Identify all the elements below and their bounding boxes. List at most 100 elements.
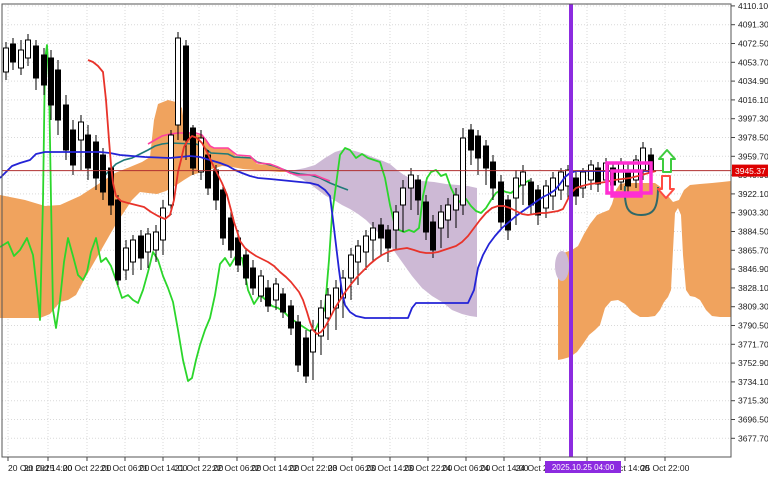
price-tick-label: 3884.50 xyxy=(738,227,768,237)
candle-body xyxy=(469,130,474,150)
candle-body xyxy=(281,294,286,312)
candle-body xyxy=(529,182,534,205)
candle-body xyxy=(274,284,279,300)
candle-body xyxy=(161,208,166,240)
candle-bear xyxy=(101,148,106,200)
candle-bull xyxy=(461,128,466,215)
price-badge-label: 3945.37 xyxy=(735,166,766,176)
candle-bear xyxy=(11,38,16,70)
candle-body xyxy=(184,46,189,140)
candle-bull xyxy=(274,278,279,310)
candle-bear xyxy=(139,230,144,270)
candle-bull xyxy=(154,225,159,262)
candle-bear xyxy=(304,330,309,383)
candle-body xyxy=(476,136,481,158)
price-tick-label: 3771.70 xyxy=(738,339,768,349)
price-tick-label: 3677.70 xyxy=(738,433,768,443)
candle-body xyxy=(139,236,144,258)
candle-body xyxy=(146,234,151,252)
candle-bull xyxy=(199,130,204,180)
candle-body xyxy=(11,44,16,62)
candle-body xyxy=(386,230,391,248)
candle-bear xyxy=(529,178,534,215)
candle-bear xyxy=(289,300,294,335)
candle-bear xyxy=(469,124,474,165)
candle-body xyxy=(349,255,354,278)
candle-body xyxy=(356,246,361,262)
cloud-blob xyxy=(555,251,569,281)
price-tick-label: 3959.70 xyxy=(738,151,768,161)
candle-body xyxy=(94,142,99,178)
candle-body xyxy=(401,188,406,205)
time-badge-label: 2025.10.25 04:00 xyxy=(552,463,615,472)
candle-bull xyxy=(4,42,9,80)
candle-body xyxy=(154,232,159,250)
price-tick-label: 4091.30 xyxy=(738,20,768,30)
candle-body xyxy=(42,55,47,85)
candle-bear xyxy=(596,162,601,192)
price-tick-label: 4072.50 xyxy=(738,39,768,49)
candle-bear xyxy=(34,40,39,90)
candle-body xyxy=(131,240,136,262)
candle-body xyxy=(431,222,436,250)
candle-body xyxy=(229,218,234,250)
candle-body xyxy=(409,175,414,188)
price-tick-label: 4016.10 xyxy=(738,95,768,105)
candle-bull xyxy=(161,200,166,255)
up-arrow-icon xyxy=(659,150,675,172)
candle-bull xyxy=(364,230,369,270)
candle-body xyxy=(19,50,24,68)
trading-chart-window: 4110.104091.304072.504053.704034.904016.… xyxy=(0,0,768,480)
candle-body xyxy=(26,40,31,58)
candle-body xyxy=(64,105,69,150)
price-tick-label: 4034.90 xyxy=(738,76,768,86)
candle-bear xyxy=(221,185,226,245)
candle-body xyxy=(251,268,256,288)
candle-body xyxy=(379,225,384,238)
price-tick-label: 4053.70 xyxy=(738,57,768,67)
candle-body xyxy=(439,212,444,228)
candle-bear xyxy=(191,125,196,175)
candle-body xyxy=(259,276,264,296)
candle-body xyxy=(491,162,496,188)
candle-body xyxy=(4,48,9,72)
candle-body xyxy=(424,202,429,232)
candlestick-chart[interactable]: 4110.104091.304072.504053.704034.904016.… xyxy=(0,0,768,480)
candle-bear xyxy=(71,120,76,175)
candle-bull xyxy=(326,288,331,340)
candle-bear xyxy=(296,315,301,372)
candle-body xyxy=(79,122,84,140)
price-axis[interactable]: 4110.104091.304072.504053.704034.904016.… xyxy=(731,1,768,443)
time-tick-label: 25 Oct 22:00 xyxy=(641,463,690,473)
candle-body xyxy=(589,165,594,180)
candle-bear xyxy=(484,140,489,185)
candle-body xyxy=(101,155,106,192)
candle-bear xyxy=(64,95,69,160)
candle-bear xyxy=(499,175,504,230)
candle-bear xyxy=(251,260,256,295)
price-tick-label: 3696.50 xyxy=(738,415,768,425)
candle-bull xyxy=(176,32,181,140)
candle-body xyxy=(266,288,271,306)
candle-bear xyxy=(506,195,511,240)
candle-bear xyxy=(116,195,121,285)
candle-body xyxy=(394,212,399,230)
candle-body xyxy=(56,70,61,120)
candle-bear xyxy=(94,135,99,190)
candle-body xyxy=(641,148,646,170)
price-tick-label: 3922.10 xyxy=(738,189,768,199)
candle-body xyxy=(446,205,451,220)
candle-bear xyxy=(244,248,249,285)
price-tick-label: 3978.50 xyxy=(738,133,768,143)
candle-body xyxy=(296,322,301,365)
candle-body xyxy=(176,38,181,125)
candle-bear xyxy=(476,130,481,175)
candle-bull xyxy=(349,248,354,300)
candle-body xyxy=(416,180,421,200)
candle-body xyxy=(49,58,54,105)
candle-bear xyxy=(56,60,61,135)
candle-body xyxy=(34,46,39,78)
candle-bull xyxy=(371,222,376,262)
candle-body xyxy=(521,172,526,185)
price-tick-label: 3903.30 xyxy=(738,208,768,218)
